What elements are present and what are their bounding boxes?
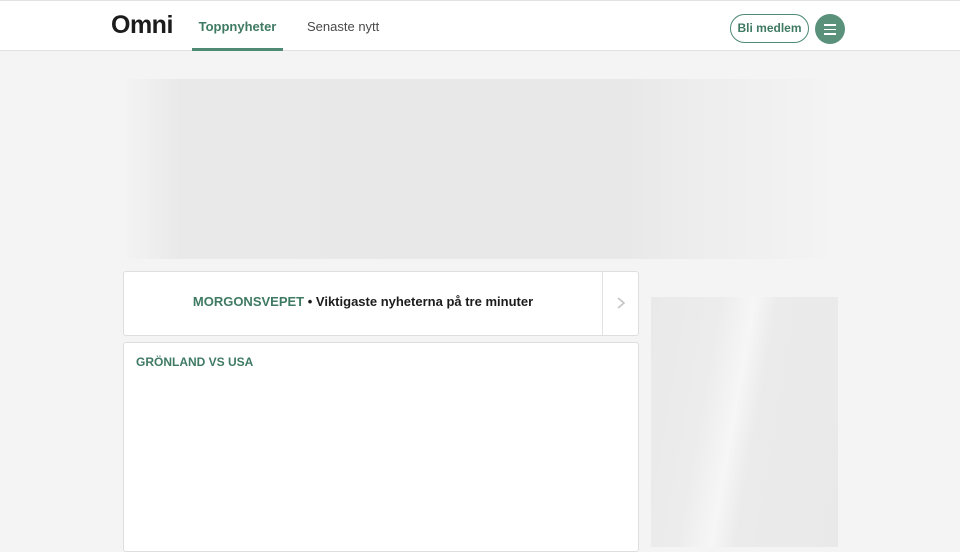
briefing-headline: Viktigaste nyheterna på tre minuter — [315, 294, 534, 309]
tab-toppnyheter[interactable]: Toppnyheter — [192, 1, 283, 51]
briefing-arrow-button[interactable] — [602, 272, 638, 335]
story-card: GRÖNLAND VS USA — [123, 342, 639, 552]
chevron-right-icon — [617, 297, 626, 309]
briefing-kicker: MORGONSVEPET — [192, 294, 305, 309]
briefing-separator: • — [304, 294, 316, 309]
story-topic-label[interactable]: GRÖNLAND VS USA — [136, 355, 253, 369]
menu-button[interactable] — [815, 14, 845, 44]
hamburger-menu-icon-line — [824, 28, 836, 30]
morning-briefing-banner[interactable]: MORGONSVEPET • Viktigaste nyheterna på t… — [123, 271, 639, 336]
top-navigation-bar: Omni Toppnyheter Senaste nytt Bli medlem — [0, 0, 960, 51]
hamburger-menu-icon — [824, 24, 836, 26]
omni-logo[interactable]: Omni — [111, 11, 173, 40]
ad-placeholder-top — [122, 79, 838, 259]
tab-senaste-nytt[interactable]: Senaste nytt — [307, 1, 387, 51]
briefing-text: MORGONSVEPET • Viktigaste nyheterna på t… — [124, 272, 602, 335]
ad-placeholder-side — [651, 297, 838, 547]
hamburger-menu-icon-line — [824, 33, 836, 35]
become-member-button[interactable]: Bli medlem — [730, 14, 809, 43]
